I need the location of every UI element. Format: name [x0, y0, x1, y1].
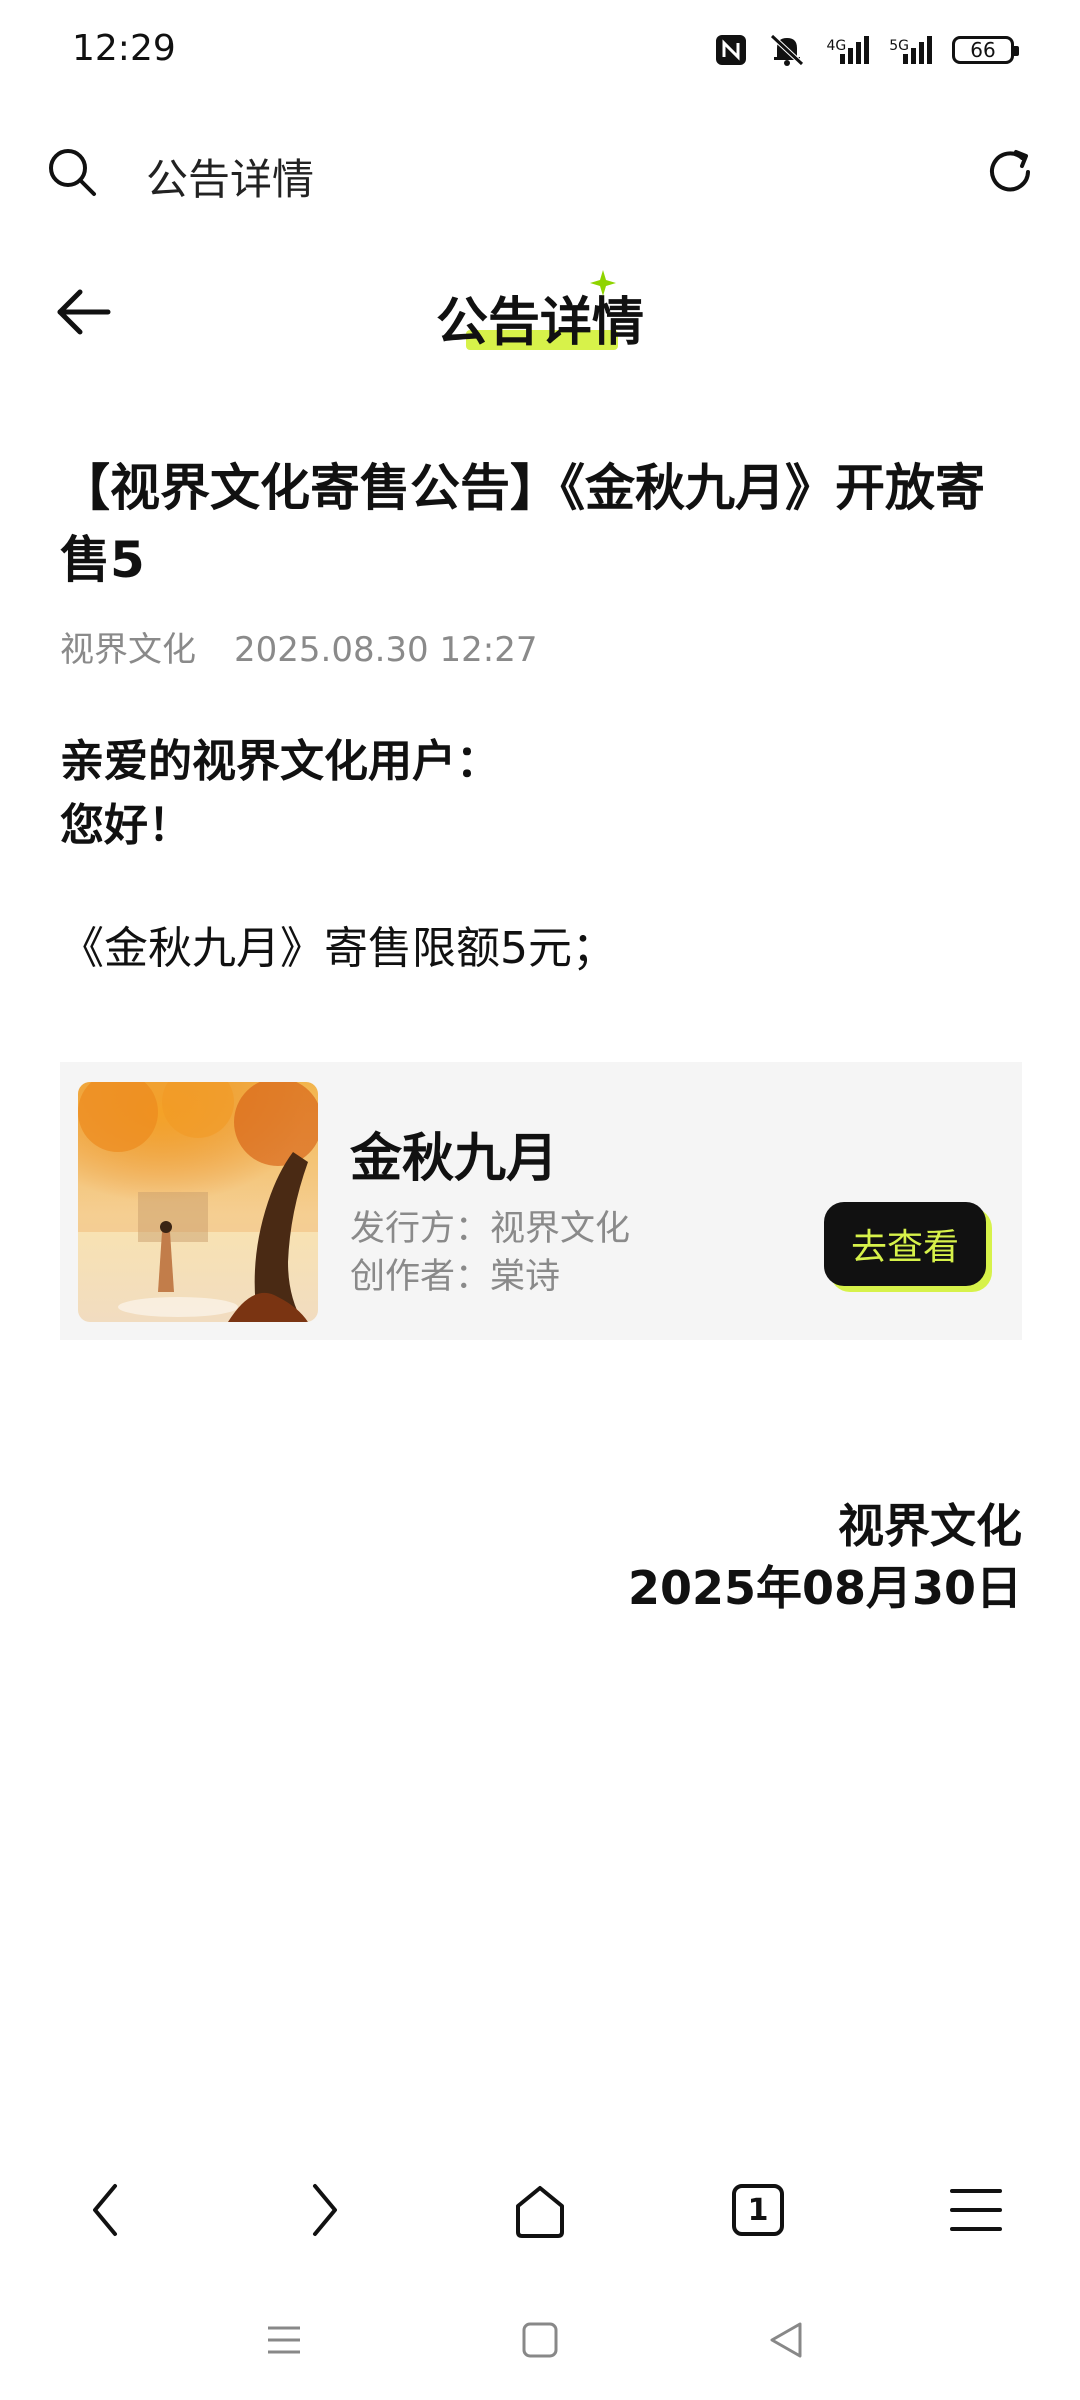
product-author: 创作者：棠诗	[350, 1257, 561, 1297]
tab-count: 1	[747, 2192, 769, 2228]
sparkle-icon	[590, 270, 616, 296]
mute-bell-icon	[770, 34, 805, 66]
product-name: 金秋九月	[350, 1129, 559, 1189]
greeting: 亲爱的视界文化用户： 您好！	[60, 730, 500, 858]
browser-address-bar: 公告详情	[0, 130, 1080, 230]
signal-5g: 5G	[889, 36, 932, 64]
menu-icon	[950, 2189, 1002, 2231]
refresh-icon[interactable]	[980, 142, 1040, 202]
signal-4g: 4G	[826, 36, 870, 64]
search-icon[interactable]	[42, 142, 102, 202]
system-back-button[interactable]	[756, 2310, 816, 2370]
system-nav-bar	[0, 2300, 1080, 2400]
forward-icon	[313, 2184, 337, 2236]
article-publisher: 视界文化	[60, 630, 196, 670]
product-thumbnail	[78, 1082, 318, 1322]
product-publisher: 发行方：视界文化	[350, 1209, 631, 1249]
view-button[interactable]: 去查看	[824, 1202, 986, 1286]
status-time: 12:29	[72, 28, 176, 69]
nfc-icon	[716, 35, 747, 65]
status-bar: 12:29 4G 5G 66	[0, 0, 1080, 100]
back-icon	[93, 2184, 117, 2236]
tabs-button[interactable]: 1	[718, 2170, 798, 2250]
article-body: 《金秋九月》寄售限额5元；	[60, 923, 616, 974]
home-icon	[516, 2186, 564, 2238]
article-datetime: 2025.08.30 12:27	[234, 630, 538, 670]
product-card[interactable]: 金秋九月 发行方：视界文化 创作者：棠诗 去查看	[60, 1062, 1022, 1340]
page-header: 公告详情	[0, 280, 1080, 355]
address-text[interactable]: 公告详情	[146, 146, 314, 207]
battery-icon: 66	[952, 36, 1019, 64]
home-square-icon	[522, 2322, 558, 2358]
back-button[interactable]	[68, 2170, 148, 2250]
net-type-4g: 4G	[826, 38, 847, 54]
recents-button[interactable]	[254, 2310, 314, 2370]
menu-button[interactable]	[936, 2170, 1016, 2250]
home-button[interactable]	[500, 2170, 580, 2250]
browser-bottom-bar: 1	[0, 2170, 1080, 2270]
article-meta: 视界文化 2025.08.30 12:27	[60, 622, 537, 671]
signature-date: 2025年08月30日	[627, 1561, 1022, 1615]
back-triangle-icon	[770, 2322, 802, 2358]
greeting-line: 您好！	[60, 800, 192, 851]
recents-icon	[268, 2326, 300, 2354]
greeting-line: 亲爱的视界文化用户：	[60, 736, 500, 787]
status-icons: 4G 5G 66	[714, 28, 1019, 72]
battery-level: 66	[970, 38, 996, 62]
forward-button[interactable]	[282, 2170, 362, 2250]
system-home-button[interactable]	[510, 2310, 570, 2370]
article-title: 【视界文化寄售公告】《金秋九月》开放寄售5	[60, 459, 985, 589]
signature-name: 视界文化	[838, 1499, 1022, 1553]
net-type-5g: 5G	[889, 38, 909, 54]
